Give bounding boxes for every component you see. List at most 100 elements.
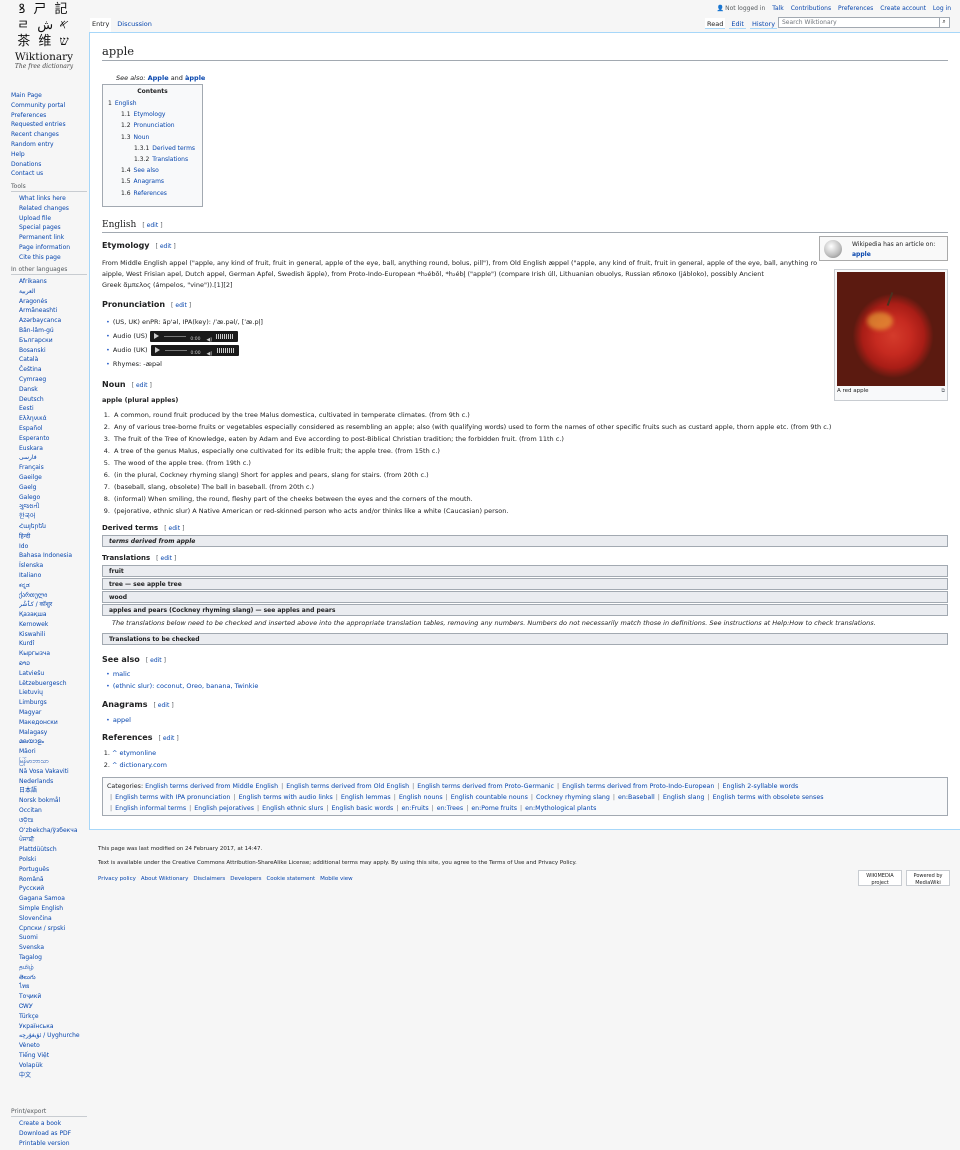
anagram-link[interactable]: appel bbox=[113, 716, 131, 724]
derived-terms-box[interactable]: terms derived from apple bbox=[102, 535, 948, 547]
tools-item-link[interactable]: Related changes bbox=[19, 205, 69, 212]
language-item-link[interactable]: မြန်မာဘာသာ bbox=[19, 758, 49, 765]
footer-link[interactable]: Mobile view bbox=[320, 876, 352, 882]
toc-item[interactable]: 1 English bbox=[108, 98, 197, 109]
language-item-link[interactable]: Malagasy bbox=[19, 729, 47, 736]
tools-item-link[interactable]: Page information bbox=[19, 244, 70, 251]
language-item-link[interactable]: Galego bbox=[19, 494, 40, 501]
category-link[interactable]: English pejoratives bbox=[194, 805, 254, 812]
category-link[interactable]: English terms derived from Proto-Indo-Eu… bbox=[562, 783, 714, 790]
language-item-link[interactable]: Afrikaans bbox=[19, 278, 47, 285]
language-item-link[interactable]: Tiếng Việt bbox=[19, 1052, 49, 1059]
language-item-link[interactable]: Eesti bbox=[19, 405, 34, 412]
volume-slider[interactable] bbox=[216, 333, 235, 339]
tools-item-link[interactable]: Upload file bbox=[19, 215, 51, 222]
language-item-link[interactable]: فارسی bbox=[19, 454, 37, 461]
volume-slider[interactable] bbox=[216, 347, 235, 353]
category-link[interactable]: English basic words bbox=[331, 805, 393, 812]
translation-box[interactable]: tree — see apple tree bbox=[102, 578, 948, 590]
category-link[interactable]: English 2-syllable words bbox=[723, 783, 799, 790]
language-item-link[interactable]: Čeština bbox=[19, 366, 42, 373]
toc-item[interactable]: 1.3 Noun bbox=[108, 132, 197, 143]
tools-item-link[interactable]: Cite this page bbox=[19, 254, 61, 261]
language-item-link[interactable]: Svenska bbox=[19, 944, 44, 951]
tab-edit[interactable]: Edit bbox=[729, 18, 746, 29]
language-item-link[interactable]: Gaeilge bbox=[19, 474, 42, 481]
edit-link[interactable]: edit bbox=[169, 525, 181, 532]
toc-link[interactable]: References bbox=[134, 190, 167, 197]
volume-icon[interactable]: ◀) bbox=[207, 347, 213, 361]
language-item-link[interactable]: Euskara bbox=[19, 445, 43, 452]
see-also-item[interactable]: (ethnic slur): coconut, Oreo, banana, Tw… bbox=[106, 680, 258, 692]
language-item-link[interactable]: Tagalog bbox=[19, 954, 42, 961]
language-item-link[interactable]: Volapük bbox=[19, 1062, 43, 1069]
print-item-link[interactable]: Printable version bbox=[19, 1140, 70, 1147]
language-item-link[interactable]: ไทย bbox=[19, 983, 30, 990]
language-item-link[interactable]: Кыргызча bbox=[19, 650, 50, 657]
enlarge-icon[interactable]: ⧉ bbox=[941, 388, 945, 394]
language-item-link[interactable]: Gagana Samoa bbox=[19, 895, 65, 902]
language-item-link[interactable]: Kernowek bbox=[19, 621, 48, 628]
wikimedia-badge[interactable]: WIKIMEDIA project bbox=[858, 870, 902, 886]
category-link[interactable]: English countable nouns bbox=[451, 794, 528, 801]
language-item-link[interactable]: Latviešu bbox=[19, 670, 44, 677]
translation-box[interactable]: fruit bbox=[102, 565, 948, 577]
language-item-link[interactable]: Kiswahili bbox=[19, 631, 45, 638]
sidebar-item-link[interactable]: Recent changes bbox=[11, 131, 59, 138]
language-item-link[interactable]: ગુજરાતી bbox=[19, 503, 39, 510]
tab-entry[interactable]: Entry bbox=[90, 18, 112, 33]
footer-link[interactable]: Disclaimers bbox=[193, 876, 225, 882]
language-item-link[interactable]: Lietuvių bbox=[19, 689, 43, 696]
preferences-link[interactable]: Preferences bbox=[838, 5, 873, 12]
language-item-link[interactable]: Bahasa Indonesia bbox=[19, 552, 72, 559]
reference-link[interactable]: ^ etymonline bbox=[112, 749, 156, 757]
language-item-link[interactable]: Nā Vosa Vakaviti bbox=[19, 768, 69, 775]
sidebar-item-link[interactable]: Requested entries bbox=[11, 121, 66, 128]
language-item-link[interactable]: हिन्दी bbox=[19, 533, 30, 540]
audio-player-us[interactable]: 0:00 ◀) bbox=[150, 330, 239, 343]
toc-link[interactable]: Noun bbox=[134, 134, 150, 141]
category-link[interactable]: English lemmas bbox=[341, 794, 391, 801]
search-input[interactable]: Search Wiktionary ⌕ bbox=[778, 17, 950, 28]
create-account-link[interactable]: Create account bbox=[880, 5, 926, 12]
tools-item-link[interactable]: What links here bbox=[19, 195, 66, 202]
language-item-link[interactable]: Esperanto bbox=[19, 435, 49, 442]
sidebar-item-link[interactable]: Donations bbox=[11, 161, 41, 168]
language-item-link[interactable]: Aragonés bbox=[19, 298, 47, 305]
category-link[interactable]: English nouns bbox=[399, 794, 443, 801]
category-link[interactable]: English slang bbox=[663, 794, 705, 801]
language-item-link[interactable]: کٲشُر / कॉशुर bbox=[19, 601, 52, 608]
language-item-link[interactable]: العربية bbox=[19, 288, 35, 295]
language-item-link[interactable]: 日本語 bbox=[19, 787, 37, 794]
tab-history[interactable]: History bbox=[749, 18, 778, 29]
tab-discussion[interactable]: Discussion bbox=[115, 18, 154, 33]
language-item-link[interactable]: Српски / srpski bbox=[19, 925, 65, 932]
category-link[interactable]: English terms derived from Middle Englis… bbox=[145, 783, 278, 790]
audio-player-uk[interactable]: 0:00 ◀) bbox=[150, 344, 239, 357]
language-item-link[interactable]: 한국어 bbox=[19, 513, 36, 520]
language-item-link[interactable]: Bân-lâm-gú bbox=[19, 327, 54, 334]
sidebar-item-link[interactable]: Contact us bbox=[11, 170, 43, 177]
talk-link[interactable]: Talk bbox=[772, 5, 784, 12]
site-logo[interactable]: ꝸ ㄕ 記 ㄹ 𐤀 ش 茶 维 ש Wiktionary The free di… bbox=[8, 2, 80, 82]
toc-link[interactable]: English bbox=[115, 100, 137, 107]
language-item-link[interactable]: Plattdüütsch bbox=[19, 846, 57, 853]
language-item-link[interactable]: Italiano bbox=[19, 572, 41, 579]
category-link[interactable]: en:Trees bbox=[437, 805, 463, 812]
category-link[interactable]: English terms with obsolete senses bbox=[713, 794, 824, 801]
translations-to-check-box[interactable]: Translations to be checked bbox=[102, 633, 948, 645]
sidebar-item-link[interactable]: Community portal bbox=[11, 102, 65, 109]
edit-link[interactable]: edit bbox=[150, 657, 162, 664]
language-item-link[interactable]: Simple English bbox=[19, 905, 63, 912]
language-item-link[interactable]: ئۇيغۇرچە / Uyghurche bbox=[19, 1032, 80, 1039]
footer-link[interactable]: Privacy policy bbox=[98, 876, 136, 882]
language-item-link[interactable]: 中文 bbox=[19, 1072, 31, 1079]
category-link[interactable]: English terms with audio links bbox=[239, 794, 333, 801]
sidebar-item-link[interactable]: Help bbox=[11, 151, 25, 158]
footer-link[interactable]: Developers bbox=[230, 876, 261, 882]
category-link[interactable]: Cockney rhyming slang bbox=[536, 794, 610, 801]
language-item-link[interactable]: Français bbox=[19, 464, 44, 471]
language-item-link[interactable]: Polski bbox=[19, 856, 36, 863]
toc-item[interactable]: 1.6 References bbox=[108, 188, 197, 199]
language-item-link[interactable]: ᏣᎳᎩ bbox=[19, 1003, 33, 1010]
